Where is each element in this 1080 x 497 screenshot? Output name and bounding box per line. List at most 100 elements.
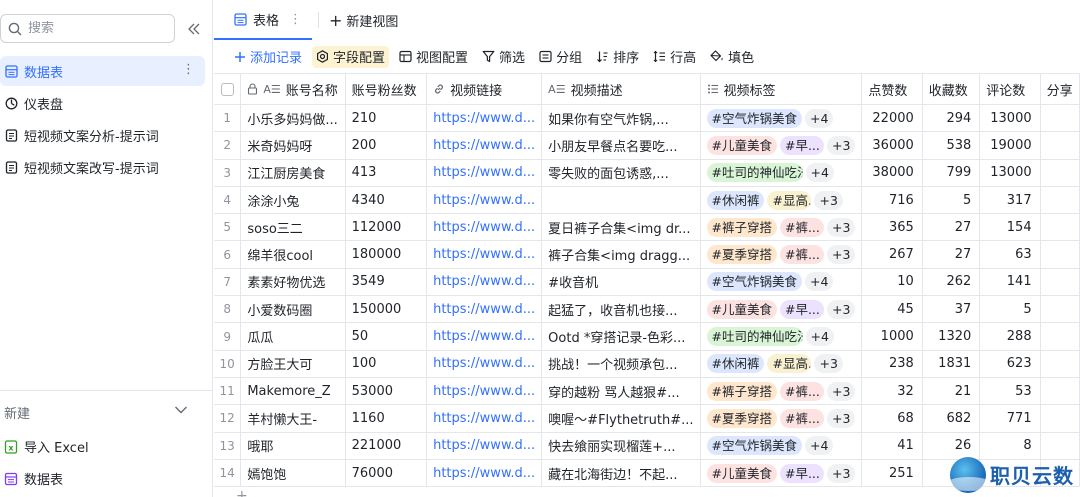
cell-likes[interactable]: 68 [861,404,923,433]
cell-video-desc[interactable]: 裤子合集<img dragg... [541,240,701,269]
cell-video-tags[interactable]: #休闲裤#显高...+3 [700,186,863,215]
table-row[interactable]: 2 米奇妈妈呀 200 https://www.d... 小朋友早餐点名要吃... #儿童… [214,131,1080,160]
sidebar-item-rewrite-prompt[interactable]: 短视频文案改写-提示词 [0,152,205,182]
chevron-down-icon[interactable] [174,405,188,415]
more-tags-badge[interactable]: +3 [826,299,856,319]
more-icon[interactable]: ⋮ [182,63,195,77]
cell-video-tags[interactable]: #休闲裤#显高...+3 [700,350,863,378]
cell-comments[interactable]: 53 [979,377,1041,406]
select-all-checkbox[interactable] [220,83,234,96]
cell-shares[interactable] [1040,186,1080,215]
cell-likes[interactable]: 41 [861,432,923,460]
row-height-button[interactable]: 行高 [653,46,696,68]
cell-saves[interactable]: 37 [922,295,981,324]
cell-saves[interactable]: 21 [922,377,981,406]
cell-likes[interactable]: 716 [861,186,923,215]
tab-grid-view[interactable]: 表格 ⋮ [214,0,313,40]
cell-fans[interactable]: 150000 [345,295,428,324]
cell-fans[interactable]: 53000 [345,377,428,406]
cell-video-tags[interactable]: #空气炸锅美食 +4 [700,268,863,297]
cell-saves[interactable]: 27 [922,213,981,242]
cell-shares[interactable] [1040,240,1080,269]
cell-account-name[interactable]: 绵羊很cool [240,240,346,269]
view-config-button[interactable]: 视图配置 [399,46,468,68]
cell-comments[interactable]: 317 [979,186,1041,215]
cell-likes[interactable]: 365 [861,213,923,242]
table-row[interactable]: 9 瓜瓜 50 https://www.d... Ootd *穿搭记录-色彩... #吐司… [214,322,1080,351]
collapse-sidebar-button[interactable] [185,20,203,38]
cell-shares[interactable] [1040,213,1080,242]
cell-video-link[interactable]: https://www.d... [426,268,543,297]
cell-fans[interactable]: 200 [345,131,428,160]
import-excel-button[interactable]: x 导入 Excel [4,437,89,456]
cell-shares[interactable] [1040,268,1080,297]
cell-video-desc[interactable]: 噢喔～#Flythetruth#... [541,404,701,433]
cell-video-link[interactable]: https://www.d... [426,322,543,351]
cell-saves[interactable]: 682 [922,404,981,433]
cell-video-link[interactable]: https://www.d... [426,213,543,242]
cell-fans[interactable]: 221000 [345,432,428,460]
cell-video-tags[interactable]: #儿童美食 #早... +3 [700,131,863,160]
cell-saves[interactable]: 538 [922,131,981,160]
cell-video-tags[interactable]: #裤子穿搭 #裤... +3 [700,377,863,406]
more-tags-badge[interactable]: +3 [814,190,843,210]
cell-account-name[interactable]: 方脸王大可 [240,350,346,378]
cell-account-name[interactable]: 小爱数码圈 [240,295,346,324]
cell-video-link[interactable]: https://www.d... [426,432,543,460]
cell-likes[interactable]: 251 [861,459,923,488]
cell-comments[interactable]: 771 [979,404,1041,433]
cell-saves[interactable]: 1320 [922,322,981,351]
cell-video-link[interactable]: https://www.d... [426,131,543,160]
filter-button[interactable]: 筛选 [482,46,525,68]
cell-video-desc[interactable]: #收音机 [541,268,701,297]
cell-video-link[interactable]: https://www.d... [426,104,543,133]
cell-fans[interactable]: 180000 [345,240,428,269]
cell-shares[interactable] [1040,350,1080,378]
cell-likes[interactable]: 45 [861,295,923,324]
cell-account-name[interactable]: 米奇妈妈呀 [240,131,346,160]
cell-account-name[interactable]: Makemore_Z [240,377,346,406]
table-row[interactable]: 5 soso三二 112000 https://www.d... 夏日裤子合集<img … [214,213,1080,242]
cell-video-tags[interactable]: #吐司的神仙吃法+4 [700,159,863,187]
column-header-saves[interactable]: 收藏数 [922,73,981,105]
more-tags-badge[interactable]: +4 [804,436,834,456]
select-all-cell[interactable] [214,73,242,105]
more-tags-badge[interactable]: +4 [805,327,834,347]
cell-likes[interactable]: 22000 [861,104,923,133]
cell-shares[interactable] [1040,322,1080,351]
cell-account-name[interactable]: soso三二 [240,213,346,242]
sort-button[interactable]: 排序 [596,46,639,68]
more-tags-badge[interactable]: +3 [826,381,856,401]
more-tags-badge[interactable]: +3 [826,463,856,483]
cell-account-name[interactable]: 哦耶 [240,432,346,460]
more-tags-badge[interactable]: +3 [826,408,856,428]
cell-likes[interactable]: 38000 [861,159,923,187]
more-tags-badge[interactable]: +4 [805,163,834,183]
cell-fans[interactable]: 413 [345,159,428,187]
cell-comments[interactable]: 63 [979,240,1041,269]
cell-likes[interactable]: 267 [861,240,923,269]
more-tags-badge[interactable]: +4 [804,272,834,292]
cell-video-desc[interactable] [541,186,701,215]
cell-video-link[interactable]: https://www.d... [426,186,543,215]
cell-video-desc[interactable]: 小朋友早餐点名要吃... [541,131,701,160]
column-header-video-link[interactable]: 视频链接 [426,73,543,105]
table-row[interactable]: 8 小爱数码圈 150000 https://www.d... 起猛了，收音机也接...… [214,295,1080,324]
cell-account-name[interactable]: 嫣饱饱 [240,459,346,488]
cell-video-link[interactable]: https://www.d... [426,459,543,488]
cell-video-desc[interactable]: 快去飨丽实现榴莲+... [541,432,701,460]
cell-comments[interactable]: 19000 [979,131,1041,160]
column-header-video-desc[interactable]: A☰ 视频描述 [541,73,701,105]
cell-saves[interactable]: 5 [922,186,981,215]
cell-saves[interactable]: 27 [922,240,981,269]
cell-account-name[interactable]: 涂涂小兔 [240,186,346,215]
cell-saves[interactable]: 1831 [922,350,981,378]
sidebar-item-data-table[interactable]: 数据表 ⋮ [0,56,205,86]
cell-video-desc[interactable]: 零失败的面包诱惑,... [541,159,701,187]
more-tags-badge[interactable]: +3 [814,354,843,374]
cell-video-tags[interactable]: #吐司的神仙吃法+4 [700,322,863,351]
search-box[interactable] [0,14,175,43]
add-record-button[interactable]: 添加记录 [234,46,302,68]
cell-comments[interactable]: 5 [979,295,1041,324]
cell-comments[interactable]: 13000 [979,104,1041,133]
